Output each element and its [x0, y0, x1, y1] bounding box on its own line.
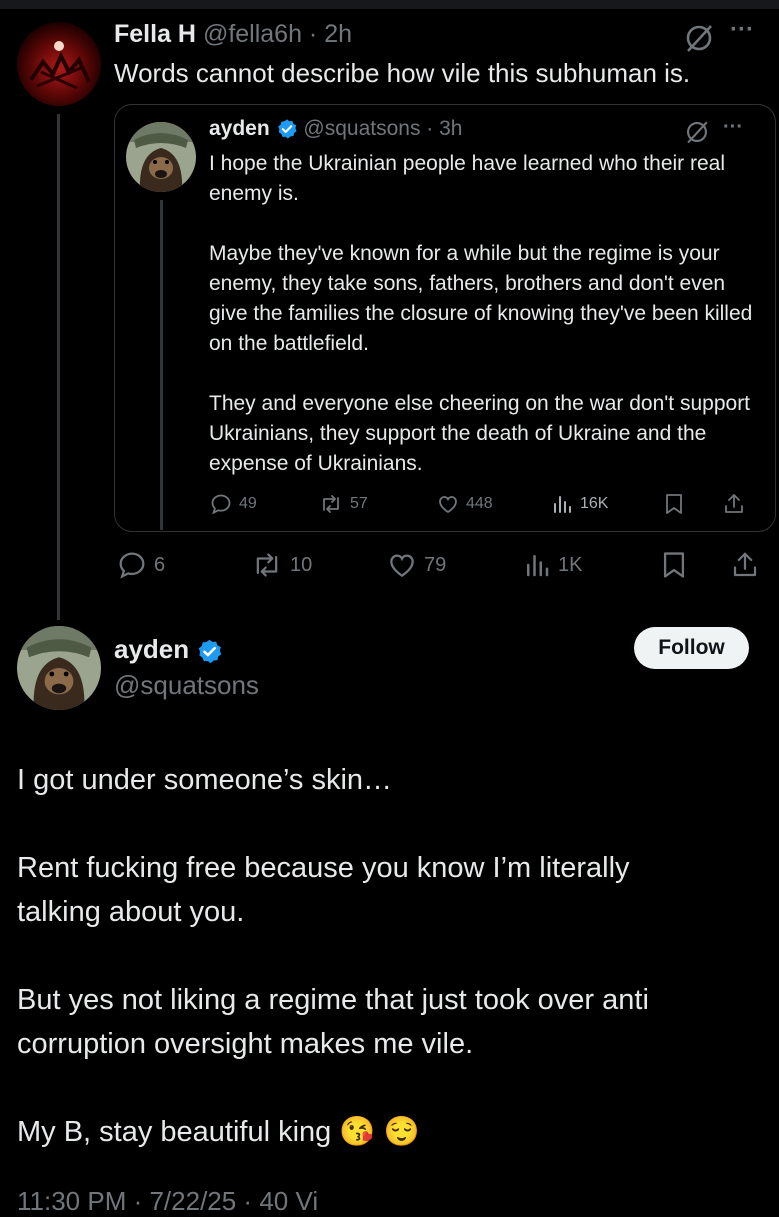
main-tweet-text: I got under someone’s skin… Rent fucking…: [17, 758, 757, 1154]
relieved-emoji: 😌: [383, 1116, 420, 1148]
quoted-grok-icon[interactable]: [684, 119, 710, 150]
quoted-like-count: 448: [466, 495, 493, 512]
quoted-header: ayden @squatsons · 3h: [209, 117, 462, 141]
quoted-bookmark-icon[interactable]: [663, 492, 685, 521]
top-divider: [0, 0, 779, 9]
quoted-paragraph: I hope the Ukrainian people have learned…: [209, 152, 726, 205]
timestamp-footer: 11:30 PM · 7/22/25 · 40 Vi: [17, 1186, 319, 1216]
verified-badge-icon: [199, 639, 222, 663]
views-button[interactable]: 1K: [522, 549, 582, 581]
repost-button[interactable]: 10: [250, 549, 312, 581]
kiss-emoji: 😘: [339, 1116, 376, 1148]
more-options-icon[interactable]: ···: [730, 16, 754, 44]
views-count: 1K: [558, 553, 583, 576]
like-button[interactable]: 79: [386, 549, 446, 581]
thread-connector-line: [57, 114, 60, 620]
heart-icon: [390, 554, 414, 577]
repost-icon: [323, 495, 339, 513]
quoted-handle-time[interactable]: @squatsons · 3h: [303, 117, 462, 140]
quoted-paragraph: They and everyone else cheering on the w…: [209, 392, 751, 475]
reply-tweet-text: Words cannot describe how vile this subh…: [114, 58, 691, 88]
verified-badge-icon: [277, 119, 297, 139]
quoted-repost-count: 57: [350, 495, 368, 512]
main-paragraph: Rent fucking free because you know I’m l…: [17, 852, 630, 928]
reply-header: Fella H @fella6h · 2h: [114, 20, 352, 49]
heart-icon: [439, 496, 457, 514]
repost-icon: [256, 553, 278, 577]
reply-icon: [119, 552, 145, 579]
quoted-tweet-text: I hope the Ukrainian people have learned…: [209, 149, 759, 479]
quoted-thread-line: [160, 200, 163, 530]
reply-display-name[interactable]: Fella H: [114, 20, 196, 48]
quoted-more-options-icon[interactable]: ···: [723, 116, 743, 139]
reply-icon: [211, 494, 231, 515]
main-paragraph: My B, stay beautiful king: [17, 1116, 332, 1148]
quoted-views-button[interactable]: 16K: [550, 492, 608, 516]
avatar-fella-h[interactable]: [17, 22, 101, 106]
grok-icon[interactable]: [683, 22, 715, 59]
avatar-ayden[interactable]: [17, 626, 101, 710]
main-handle[interactable]: @squatsons: [114, 670, 259, 701]
follow-button[interactable]: Follow: [634, 627, 749, 669]
main-display-name[interactable]: ayden: [114, 634, 189, 664]
reply-handle-time[interactable]: @fella6h · 2h: [203, 20, 352, 48]
bookmark-icon[interactable]: [660, 549, 688, 586]
views-icon: [554, 496, 571, 513]
quoted-reply-count: 49: [239, 495, 257, 512]
share-icon[interactable]: [730, 549, 760, 586]
main-paragraph: But yes not liking a regime that just to…: [17, 984, 649, 1060]
main-paragraph: I got under someone’s skin…: [17, 764, 393, 796]
quoted-share-icon[interactable]: [722, 492, 746, 521]
quoted-like-button[interactable]: 448: [436, 492, 493, 516]
quoted-views-count: 16K: [580, 495, 609, 512]
reply-button[interactable]: 6: [116, 549, 165, 581]
quoted-reply-button[interactable]: 49: [209, 492, 257, 516]
quoted-paragraph: Maybe they've known for a while but the …: [209, 242, 753, 355]
main-last-line: My B, stay beautiful king 😘 😌: [17, 1110, 757, 1154]
quoted-repost-button[interactable]: 57: [318, 492, 368, 516]
views-icon: [527, 555, 549, 577]
like-count: 79: [424, 553, 447, 576]
reply-count: 6: [154, 553, 166, 576]
avatar-ayden-small[interactable]: [126, 122, 196, 192]
repost-count: 10: [290, 553, 313, 576]
main-author-name-row: ayden: [114, 634, 223, 665]
quoted-display-name[interactable]: ayden: [209, 117, 270, 140]
